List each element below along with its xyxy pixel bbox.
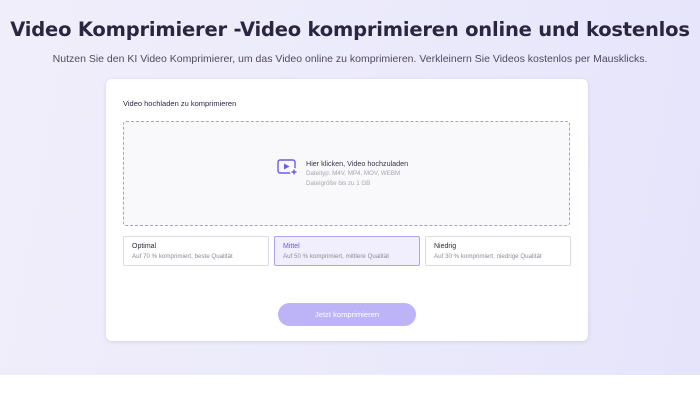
video-upload-icon <box>277 159 299 177</box>
option-niedrig[interactable]: Niedrig Auf 30 % komprimiert, niedrige Q… <box>425 236 571 266</box>
page-title: Video Komprimierer -Video komprimieren o… <box>10 18 690 41</box>
option-optimal[interactable]: Optimal Auf 70 % komprimiert, beste Qual… <box>123 236 269 266</box>
option-name: Optimal <box>132 243 157 250</box>
upload-filetypes: Dateityp: M4V, MP4, MOV, WEBM <box>306 170 401 177</box>
upload-text-block: Hier klicken, Video hochzuladen Dateityp… <box>306 159 408 189</box>
option-description: Auf 30 % komprimiert, niedrige Qualität <box>434 253 542 260</box>
option-name: Niedrig <box>434 243 457 250</box>
upload-dropzone[interactable]: Hier klicken, Video hochzuladen Dateityp… <box>123 121 570 226</box>
option-description: Auf 50 % komprimiert, mittlere Qualität <box>283 253 389 260</box>
page-subtitle: Nutzen Sie den KI Video Komprimierer, um… <box>52 53 648 65</box>
hero-section: Video Komprimierer -Video komprimieren o… <box>0 0 700 375</box>
upload-filesize: Dateigröße bis zu 1 GB <box>306 180 371 187</box>
option-mittel[interactable]: Mittel Auf 50 % komprimiert, mittlere Qu… <box>274 236 420 266</box>
upload-prompt: Hier klicken, Video hochzuladen <box>306 159 409 168</box>
page-footer-area <box>0 375 700 400</box>
option-name: Mittel <box>283 243 300 250</box>
upload-label: Video hochladen zu komprimieren <box>123 99 237 108</box>
compressor-card: Video hochladen zu komprimieren Hier kli… <box>106 79 588 341</box>
option-description: Auf 70 % komprimiert, beste Qualität <box>132 253 233 260</box>
compress-now-button[interactable]: Jetzt komprimieren <box>278 303 416 326</box>
